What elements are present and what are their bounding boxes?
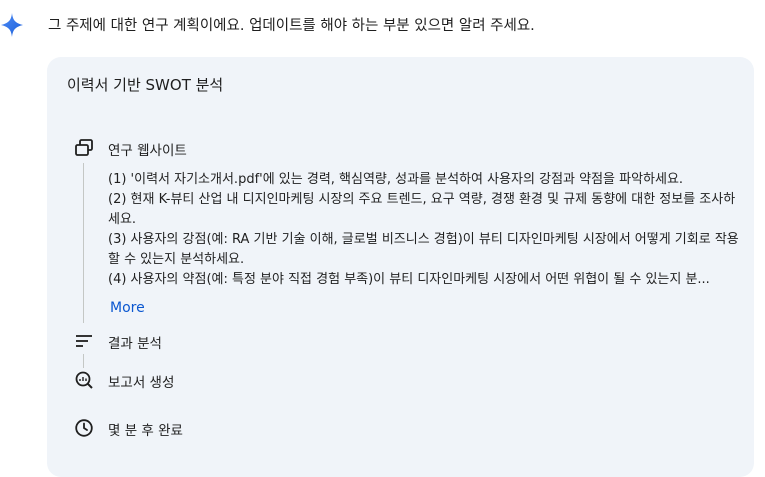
plan-title: 이력서 기반 SWOT 분석 [67,76,224,94]
detail-line: (1) '이력서 자기소개서.pdf'에 있는 경력, 핵심역량, 성과를 분석… [108,172,684,187]
step-analyze-results-label: 결과 분석 [108,336,162,352]
step-connector-line [83,354,84,368]
assistant-message: 그 주제에 대한 연구 계획이에요. 업데이트를 해야 하는 부분 있으면 알려… [48,18,535,34]
detail-line: (4) 사용자의 약점(예: 특정 분야 직접 경험 부족)이 뷰티 디자인마케… [108,272,710,287]
analysis-lines-icon [76,335,92,347]
step-research-websites-label: 연구 웹사이트 [108,143,187,159]
step-connector-line [83,163,84,323]
web-research-icon [75,139,93,156]
report-search-icon [75,371,93,389]
clock-icon [75,419,93,437]
detail-line: (3) 사용자의 강점(예: RA 기반 기술 이해, 글로벌 비즈니스 경험)… [108,232,739,267]
step-eta-label: 몇 분 후 완료 [108,423,183,439]
step-create-report-label: 보고서 생성 [108,375,175,391]
research-plan-card: 이력서 기반 SWOT 분석 연구 웹사이트 (1) '이력서 자기소개서.pd… [47,57,754,477]
step-details: (1) '이력서 자기소개서.pdf'에 있는 경력, 핵심역량, 성과를 분석… [108,170,743,290]
gemini-sparkle-icon [1,13,23,37]
more-button[interactable]: More [110,300,145,316]
detail-line: (2) 현재 K-뷰티 산업 내 디지인마케팅 시장의 주요 트렌드, 요구 역… [108,192,736,227]
